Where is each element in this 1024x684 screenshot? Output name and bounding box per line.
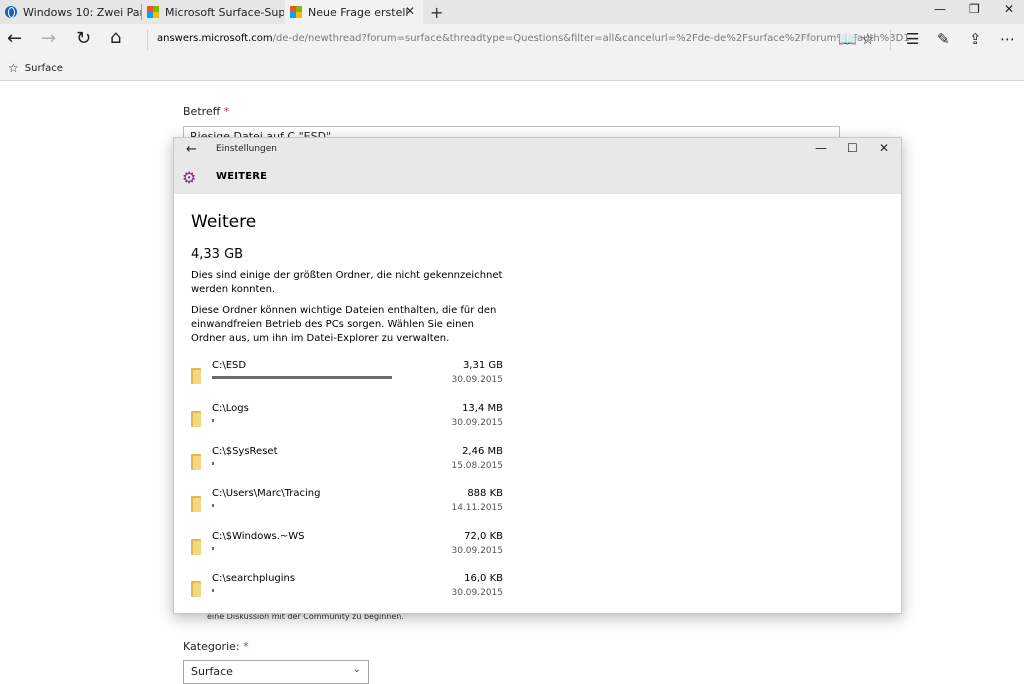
settings-close-button[interactable]: ✕ [879, 141, 889, 155]
favorite-label: Surface [24, 62, 63, 74]
url-path: /de-de/newthread?forum=surface&threadtyp… [272, 33, 910, 44]
folder-size-bar [212, 376, 392, 379]
folder-date: 30.09.2015 [451, 418, 503, 428]
globe-icon [5, 6, 17, 18]
settings-maximize-button[interactable]: ☐ [847, 141, 858, 155]
folder-date: 14.11.2015 [451, 503, 503, 513]
folder-row[interactable]: C:\Users\Marc\Tracing 888 KB 14.11.2015 [191, 488, 503, 526]
folder-size-bar [212, 547, 392, 550]
required-mark: * [223, 105, 230, 118]
star-icon: ☆ [8, 61, 19, 75]
folder-icon [191, 454, 201, 470]
favorite-surface[interactable]: ☆ Surface [8, 61, 63, 75]
settings-window-title: Einstellungen [216, 144, 278, 154]
settings-minimize-button[interactable]: — [815, 141, 827, 155]
favorite-star-icon[interactable]: ☆ [861, 30, 874, 48]
tab-windows-10-zwei-partition[interactable]: Windows 10: Zwei Partition [0, 0, 141, 24]
section-title: WEITERE [216, 171, 268, 182]
folder-size: 2,46 MB [462, 446, 503, 457]
new-tab-button[interactable]: + [430, 3, 443, 22]
favorites-bar: ☆ Surface [0, 56, 1024, 81]
folder-size: 3,31 GB [462, 360, 503, 371]
folder-size: 16,0 KB [464, 573, 503, 584]
home-button[interactable]: ⌂ [110, 27, 121, 48]
folder-size-bar-fill [212, 547, 214, 550]
folder-icon [191, 368, 201, 384]
folder-date: 30.09.2015 [451, 546, 503, 556]
folder-size: 13,4 MB [462, 403, 503, 414]
folder-icon [191, 581, 201, 597]
folder-size-bar-fill [212, 419, 214, 422]
minimize-window-button[interactable]: — [934, 2, 946, 16]
settings-titlebar: ← Einstellungen — ☐ ✕ ⚙ WEITERE [174, 138, 901, 194]
folder-icon [191, 411, 201, 427]
close-window-button[interactable]: ✕ [1004, 2, 1014, 16]
folder-size: 888 KB [467, 488, 503, 499]
share-icon[interactable]: ⇪ [969, 30, 982, 48]
tab-strip: Windows 10: Zwei Partition Microsoft Sur… [0, 0, 1024, 24]
web-note-icon[interactable]: ✎ [937, 30, 950, 48]
back-button[interactable]: ← [7, 28, 22, 49]
close-tab-icon[interactable]: ✕ [405, 4, 415, 18]
folder-row[interactable]: C:\Logs 13,4 MB 30.09.2015 [191, 403, 503, 441]
address-bar[interactable]: answers.microsoft.com/de-de/newthread?fo… [157, 33, 910, 44]
folder-date: 30.09.2015 [451, 375, 503, 385]
description-1: Dies sind einige der größten Ordner, die… [191, 270, 503, 295]
folder-row[interactable]: C:\ESD 3,31 GB 30.09.2015 [191, 360, 503, 398]
subject-label: Betreff * [183, 105, 229, 118]
folder-name: C:\$SysReset [212, 446, 278, 457]
folder-size-bar-fill [212, 462, 214, 465]
folder-icon [191, 496, 201, 512]
microsoft-logo-icon [290, 6, 302, 18]
tab-label: Windows 10: Zwei Partition [23, 5, 141, 19]
folder-row[interactable]: C:\searchplugins 16,0 KB 30.09.2015 [191, 573, 503, 611]
forward-button[interactable]: → [41, 28, 56, 49]
required-mark: * [243, 640, 249, 653]
folder-icon [191, 539, 201, 555]
total-size: 4,33 GB [191, 247, 244, 262]
folder-size-bar-fill [212, 589, 214, 592]
category-select[interactable]: Surface ⌄ [183, 660, 369, 684]
folder-name: C:\$Windows.~WS [212, 531, 305, 542]
folder-name: C:\searchplugins [212, 573, 296, 584]
description-2: Diese Ordner können wichtige Dateien ent… [191, 305, 497, 344]
folder-name: C:\Logs [212, 403, 249, 414]
folder-size-bar-fill [212, 376, 392, 379]
folder-date: 15.08.2015 [451, 461, 503, 471]
microsoft-logo-icon [147, 6, 159, 18]
url-host: answers.microsoft.com [157, 33, 273, 44]
refresh-button[interactable]: ↻ [76, 28, 91, 49]
tab-label: Microsoft Surface-Support | [165, 5, 284, 19]
folder-size: 72,0 KB [464, 531, 503, 542]
tab-microsoft-surface-support[interactable]: Microsoft Surface-Support | [142, 0, 284, 24]
folder-size-bar [212, 419, 392, 422]
folder-name: C:\ESD [212, 360, 247, 371]
folder-name: C:\Users\Marc\Tracing [212, 488, 321, 499]
category-value: Surface [191, 665, 233, 678]
address-divider [147, 30, 148, 50]
folder-size-bar [212, 589, 392, 592]
category-label-text: Kategorie: [183, 640, 240, 653]
folder-row[interactable]: C:\$Windows.~WS 72,0 KB 30.09.2015 [191, 531, 503, 569]
folder-row[interactable]: C:\$SysReset 2,46 MB 15.08.2015 [191, 446, 503, 484]
chevron-down-icon: ⌄ [352, 664, 361, 675]
settings-back-button[interactable]: ← [186, 142, 197, 157]
toolbar-divider [890, 30, 891, 50]
restore-window-button[interactable]: ❐ [969, 2, 980, 16]
category-label: Kategorie: * [183, 640, 249, 653]
navigation-bar: ← → ↻ ⌂ answers.microsoft.com/de-de/newt… [0, 24, 1024, 56]
folder-size-bar-fill [212, 504, 214, 507]
page-heading: Weitere [191, 212, 257, 232]
more-icon[interactable]: ⋯ [1000, 30, 1015, 48]
subject-label-text: Betreff [183, 105, 221, 118]
folder-date: 30.09.2015 [451, 588, 503, 598]
folder-size-bar [212, 462, 392, 465]
gear-icon: ⚙ [182, 168, 197, 187]
hub-icon[interactable]: ☰ [906, 30, 919, 48]
tab-neue-frage-erstellen[interactable]: Neue Frage erstellen oc ✕ [285, 0, 423, 24]
tab-label: Neue Frage erstellen oc [308, 5, 408, 19]
settings-window: ← Einstellungen — ☐ ✕ ⚙ WEITERE Weitere … [173, 137, 902, 614]
folder-size-bar [212, 504, 392, 507]
reading-view-icon[interactable]: 📖 [838, 30, 857, 48]
